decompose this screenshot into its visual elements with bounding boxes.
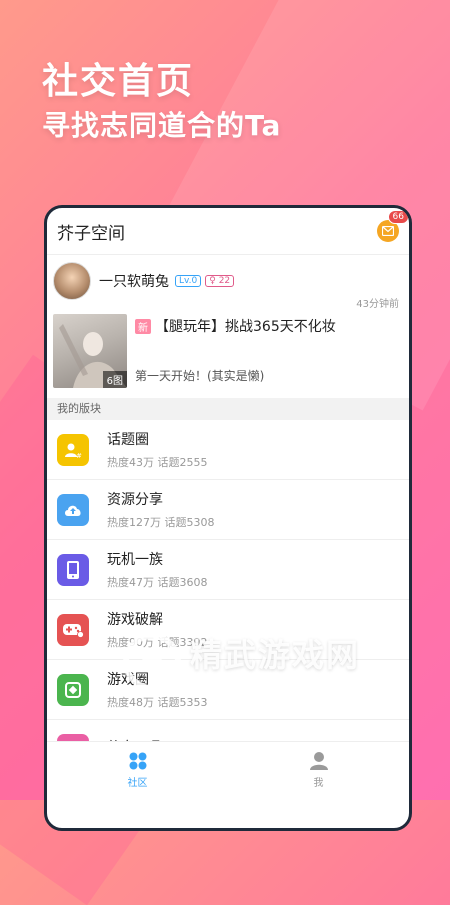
post-card[interactable]: 一只软萌兔 Lv.0 ♀ 22 43分钟前 6图 新 【腿玩年】挑战365天不化… [47, 255, 409, 388]
mail-badge: 66 [387, 210, 409, 224]
post-title[interactable]: 新 【腿玩年】挑战365天不化妆 [135, 316, 336, 336]
avatar[interactable] [53, 262, 91, 300]
board-text: 资源分享 热度127万 话题5308 [107, 489, 215, 530]
top-bar: 芥子空间 66 [47, 208, 409, 255]
board-item[interactable]: 游戏破解 热度90万 话题3392 [47, 600, 409, 660]
tab-bar: 社区 我 [47, 741, 409, 798]
post-text: 新 【腿玩年】挑战365天不化妆 第一天开始！(其实是懒) [135, 314, 336, 388]
cloud-upload-icon [57, 493, 89, 526]
image-count: 6图 [102, 371, 127, 388]
tab-community-label: 社区 [127, 778, 148, 789]
board-title: 话题圈 [107, 432, 149, 448]
fans-badge: ♀ 22 [205, 275, 235, 287]
level-badge: Lv.0 [175, 275, 202, 287]
heart-icon: ♀ [209, 276, 216, 286]
board-title: 游戏圈 [107, 672, 149, 688]
board-meta: 热度47万 话题3608 [107, 576, 208, 589]
phone-frame: 芥子空间 66 一只软萌兔 Lv.0 ♀ 22 43分钟前 6图 新 【腿玩年】… [44, 205, 412, 831]
board-text: 话题圈 热度43万 话题2555 [107, 429, 208, 470]
section-header: 我的版块 [47, 398, 409, 420]
board-text: 游戏破解 热度90万 话题3392 [107, 609, 208, 650]
user-hash-icon: # [57, 433, 89, 466]
board-item[interactable]: 玩机一族 热度47万 话题3608 [47, 540, 409, 600]
app-title: 芥子空间 [57, 223, 125, 244]
board-title: 玩机一族 [107, 552, 163, 568]
grid-icon [129, 752, 146, 770]
username[interactable]: 一只软萌兔 [99, 271, 169, 291]
board-text: 游戏圈 热度48万 话题5353 [107, 669, 208, 710]
promo-subline: 寻找志同道合的Ta [42, 109, 282, 142]
gamepad-icon [57, 613, 89, 646]
post-thumbnail[interactable]: 6图 [53, 314, 127, 388]
user-icon [309, 752, 328, 770]
board-item[interactable]: 资源分享 热度127万 话题5308 [47, 480, 409, 540]
board-meta: 热度127万 话题5308 [107, 516, 215, 529]
board-title: 资源分享 [107, 492, 163, 508]
board-item[interactable]: 游戏圈 热度48万 话题5353 [47, 660, 409, 720]
board-meta: 热度43万 话题2555 [107, 456, 208, 469]
post-body: 6图 新 【腿玩年】挑战365天不化妆 第一天开始！(其实是懒) [53, 314, 403, 388]
fans-count: 22 [218, 276, 231, 286]
board-meta: 热度48万 话题5353 [107, 696, 208, 709]
board-text: 玩机一族 热度47万 话题3608 [107, 549, 208, 590]
board-meta: 热度90万 话题3392 [107, 636, 208, 649]
board-title: 游戏破解 [107, 612, 163, 628]
promo-headline: 社交首页 [42, 61, 195, 102]
new-tag: 新 [135, 318, 151, 334]
svg-text:#: # [76, 452, 82, 459]
phone-icon [57, 553, 89, 586]
tab-me[interactable]: 我 [228, 742, 409, 798]
post-time: 43分钟前 [356, 299, 399, 310]
tab-me-label: 我 [313, 778, 324, 789]
board-item[interactable]: # 话题圈 热度43万 话题2555 [47, 420, 409, 480]
messages-button[interactable]: 66 [377, 210, 409, 242]
post-title-text: 【腿玩年】挑战365天不化妆 [155, 319, 336, 335]
post-desc: 第一天开始！(其实是懒) [135, 369, 265, 383]
game-circle-icon [57, 673, 89, 706]
tab-community[interactable]: 社区 [47, 742, 228, 798]
